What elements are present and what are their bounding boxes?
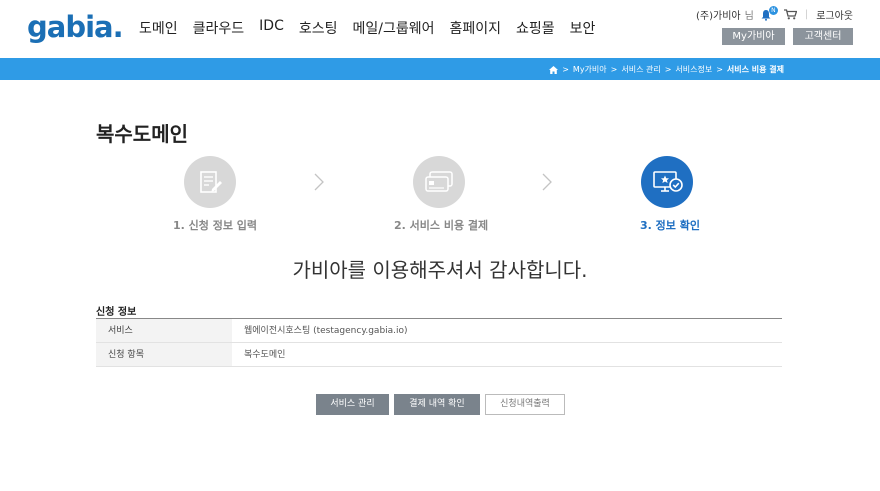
breadcrumb-separator: >: [664, 65, 672, 74]
nav-item-domain[interactable]: 도메인: [139, 18, 178, 38]
step-1: [183, 156, 237, 208]
breadcrumb-separator: >: [562, 65, 569, 74]
logout-link[interactable]: 로그아웃: [816, 7, 853, 22]
breadcrumb-separator: >: [610, 65, 618, 74]
nav-item-security[interactable]: 보안: [570, 18, 596, 38]
row-label: 신청 항목: [96, 343, 232, 366]
row-label: 서비스: [96, 319, 232, 342]
customer-center-button[interactable]: 고객센터: [793, 28, 853, 45]
table-row: 신청 항목 복수도메인: [96, 343, 782, 367]
nav-item-homepage[interactable]: 홈페이지: [450, 18, 502, 38]
home-icon[interactable]: [549, 65, 559, 74]
print-history-button[interactable]: 신청내역출력: [485, 394, 565, 415]
step-3-label: 3. 정보 확인: [640, 219, 700, 232]
nav-item-idc[interactable]: IDC: [259, 18, 284, 38]
payment-history-button[interactable]: 결제 내역 확인: [394, 394, 480, 415]
notification-bell-icon[interactable]: N: [760, 5, 778, 21]
section-title: 신청 정보: [96, 307, 137, 318]
row-value: 복수도메인: [244, 350, 286, 360]
action-buttons: 서비스 관리 결제 내역 확인 신청내역출력: [316, 394, 565, 415]
site-header: gabia. 도메인 클라우드 IDC 호스팅 메일/그룹웨어 홈페이지 쇼핑몰…: [0, 0, 880, 58]
step-2: [412, 156, 466, 208]
nav-item-hosting[interactable]: 호스팅: [299, 18, 338, 38]
info-table: 서비스 웹에이전시호스팅 (testagency.gabia.io) 신청 항목…: [96, 318, 782, 367]
chevron-right-icon: [542, 173, 552, 191]
form-edit-icon: [184, 156, 236, 208]
breadcrumb-my-gabia[interactable]: My가비아: [573, 64, 607, 75]
my-gabia-button[interactable]: My가비아: [722, 28, 785, 45]
breadcrumb-bar: > My가비아 > 서비스 관리 > 서비스정보 > 서비스 비용 결제: [0, 58, 880, 80]
page-title: 복수도메인: [96, 122, 188, 146]
header-buttons: My가비아 고객센터: [722, 28, 853, 45]
cart-icon[interactable]: [783, 9, 797, 20]
divider: |: [804, 9, 809, 20]
breadcrumb-service-info[interactable]: 서비스정보: [675, 64, 712, 75]
breadcrumb-current: 서비스 비용 결제: [726, 65, 784, 74]
monitor-check-icon: [641, 156, 693, 208]
thanks-message: 가비아를 이용해주셔서 감사합니다.: [292, 258, 588, 282]
main-nav: 도메인 클라우드 IDC 호스팅 메일/그룹웨어 홈페이지 쇼핑몰 보안: [139, 18, 610, 38]
row-value: 웹에이전시호스팅 (testagency.gabia.io): [244, 326, 408, 336]
chevron-right-icon: [314, 173, 324, 191]
nav-item-cloud[interactable]: 클라우드: [193, 18, 245, 38]
service-manage-button[interactable]: 서비스 관리: [316, 394, 389, 415]
step-3: [640, 156, 694, 208]
table-row: 서비스 웹에이전시호스팅 (testagency.gabia.io): [96, 319, 782, 343]
nav-item-shopping-mall[interactable]: 쇼핑몰: [516, 18, 555, 38]
user-utility: (주)가비아 님 N | 로그아웃: [696, 5, 853, 22]
user-name: (주)가비아: [696, 11, 741, 22]
breadcrumb-separator: >: [716, 65, 723, 74]
gabia-logo[interactable]: gabia.: [27, 10, 124, 44]
breadcrumb-service-manage[interactable]: 서비스 관리: [621, 64, 660, 75]
notification-badge: N: [768, 5, 778, 15]
step-2-label: 2. 서비스 비용 결제: [394, 219, 489, 232]
step-1-label: 1. 신청 정보 입력: [173, 219, 258, 232]
user-suffix: 님: [744, 11, 754, 22]
nav-item-mail-groupware[interactable]: 메일/그룹웨어: [353, 18, 435, 38]
credit-card-icon: [413, 156, 465, 208]
breadcrumb: > My가비아 > 서비스 관리 > 서비스정보 > 서비스 비용 결제: [549, 64, 784, 75]
